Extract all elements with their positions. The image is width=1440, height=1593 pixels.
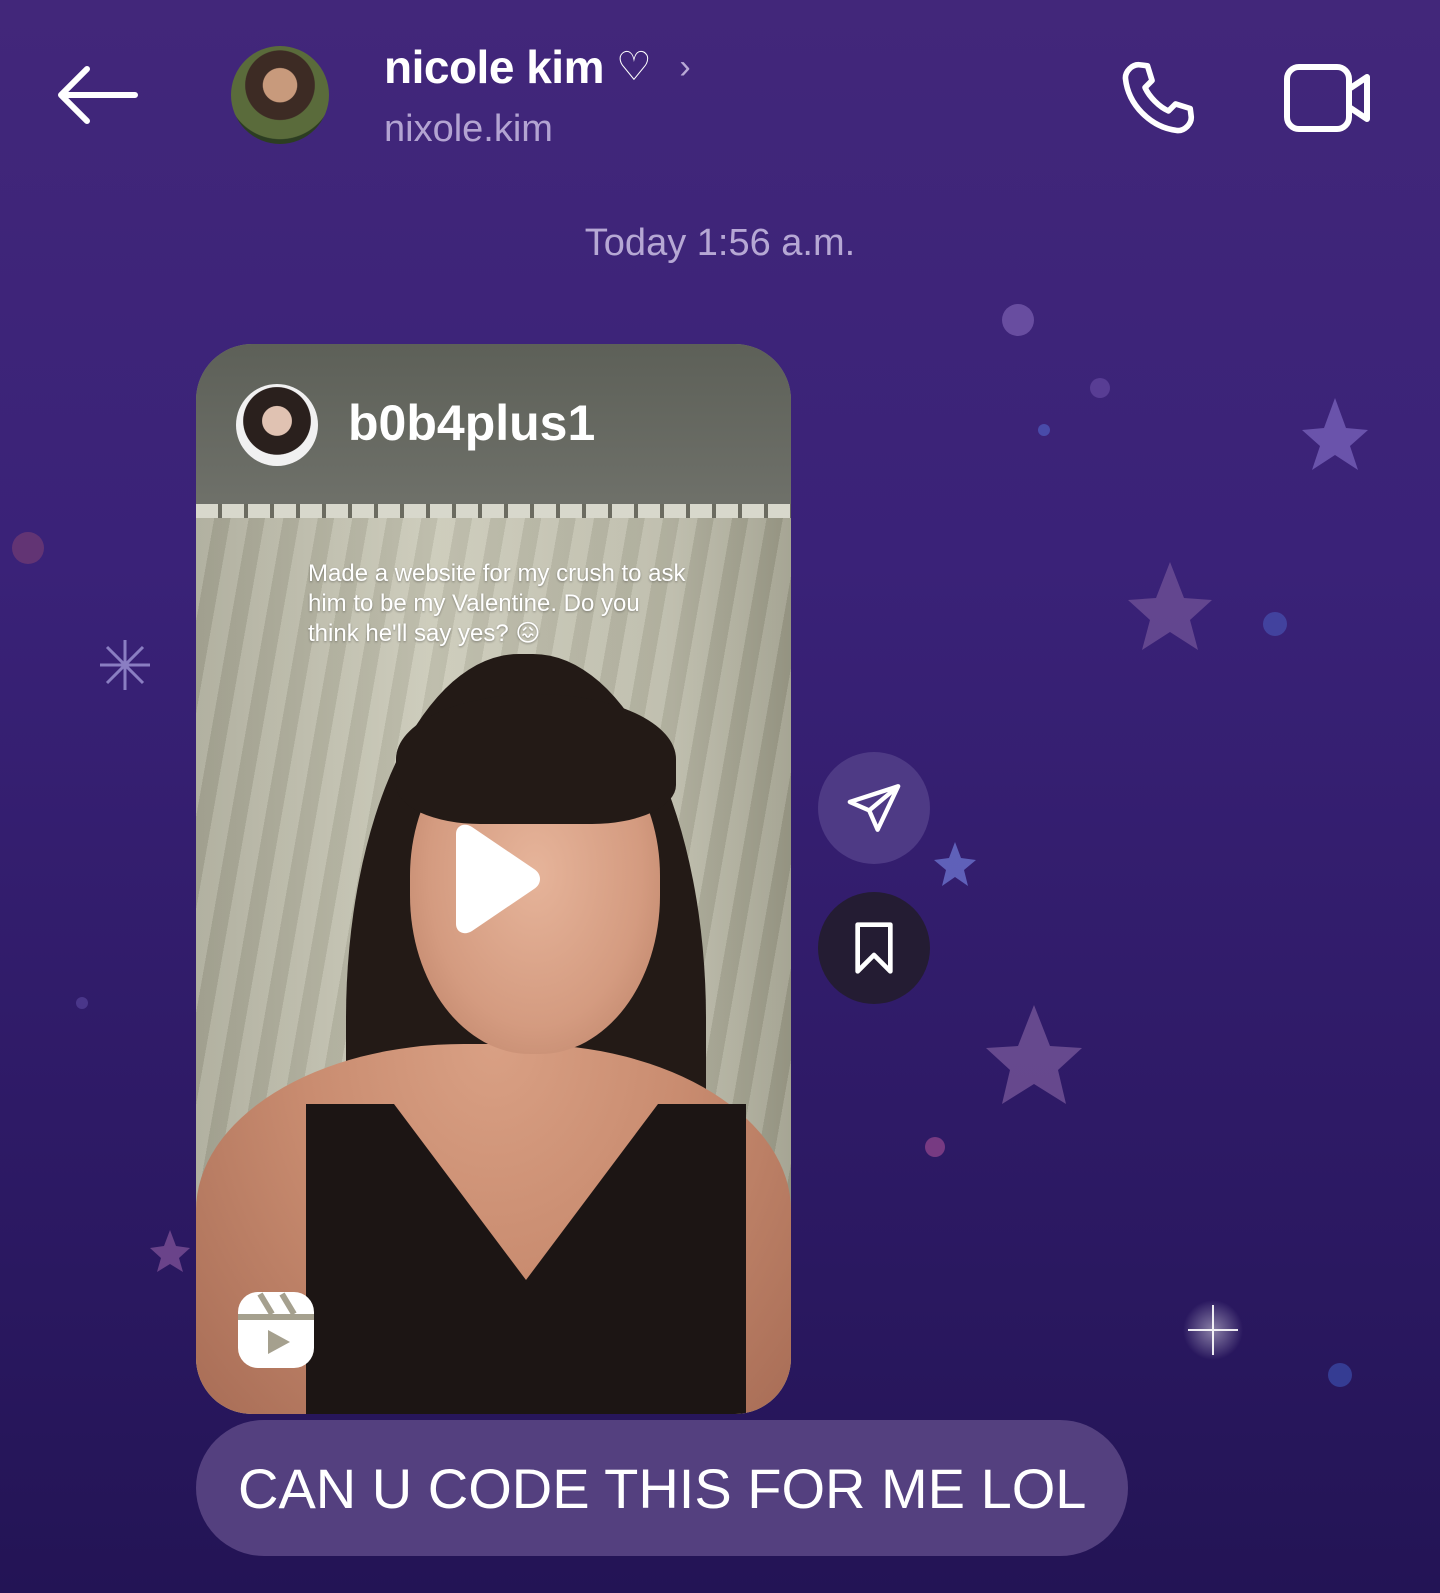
- reel-author-username[interactable]: b0b4plus1: [348, 394, 595, 452]
- reel-blind-rail: [196, 504, 791, 518]
- message-timestamp: Today 1:56 a.m.: [584, 222, 856, 264]
- reel-subject-bangs: [396, 694, 676, 824]
- heart-icon: ♡: [615, 45, 652, 89]
- arrow-left-icon: [58, 66, 138, 124]
- contact-name[interactable]: nicole kim ♡ ›: [384, 40, 691, 94]
- video-camera-icon: [1284, 64, 1370, 132]
- shared-reel-card[interactable]: b0b4plus1 Made a website for my crush to…: [196, 344, 791, 1414]
- contact-username: nixole.kim: [384, 108, 553, 150]
- voice-call-button[interactable]: [1110, 50, 1206, 146]
- video-call-button[interactable]: [1276, 50, 1380, 146]
- reels-icon: [238, 1292, 314, 1368]
- contact-avatar[interactable]: [231, 46, 329, 144]
- share-reel-button[interactable]: [818, 752, 930, 864]
- phone-icon: [1122, 61, 1195, 134]
- contact-display-name: nicole kim: [384, 41, 604, 93]
- paper-plane-icon: [847, 784, 901, 832]
- reel-caption: Made a website for my crush to ask him t…: [308, 560, 686, 647]
- message-bubble[interactable]: CAN U CODE THIS FOR ME LOL: [196, 1420, 1129, 1556]
- reel-author-avatar[interactable]: [236, 384, 318, 466]
- chat-header: nicole kim ♡ › nixole.kim: [0, 0, 1440, 200]
- chevron-right-icon: ›: [679, 47, 691, 86]
- bookmark-icon: [855, 922, 893, 974]
- back-button[interactable]: [52, 55, 142, 135]
- play-icon[interactable]: [442, 824, 542, 934]
- save-reel-button[interactable]: [818, 892, 930, 1004]
